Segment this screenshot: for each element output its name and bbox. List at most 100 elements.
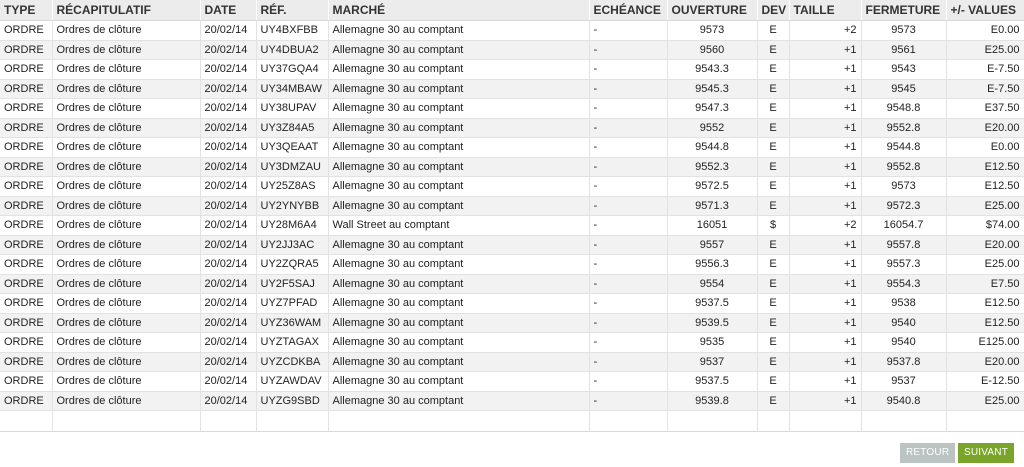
table-row[interactable]: ORDRE Ordres de clôture 20/02/14 UY2JJ3AC Al… [0,235,1024,255]
cell-dev: E [757,59,790,80]
empty-cell [757,410,790,432]
table-row[interactable]: ORDRE Ordres de clôture 20/02/14 UYZ36WAM Al… [0,313,1024,333]
cell-taille: +1 [789,391,862,411]
empty-cell [667,410,758,432]
cell-dev: E [757,313,790,333]
cell-fermeture: 16054.7 [861,215,947,236]
table-row[interactable]: ORDRE Ordres de clôture 20/02/14 UY28M6A4 Wa… [0,215,1024,236]
cell-dev: E [757,157,790,177]
cell-dev: E [757,79,790,99]
cell-ouverture: 9556.3 [667,254,758,275]
cell-taille: +1 [789,157,862,177]
col-header-fermeture[interactable]: FERMETURE [861,0,947,21]
cell-echeance: - [589,235,668,255]
cell-recap: Ordres de clôture [52,293,201,314]
cell-date: 20/02/14 [200,137,257,158]
col-header-ouverture[interactable]: OUVERTURE [667,0,758,21]
cell-echeance: - [589,157,668,177]
table-row[interactable]: ORDRE Ordres de clôture 20/02/14 UY2YNYBB Al… [0,196,1024,216]
retour-button[interactable]: RETOUR [900,443,955,463]
cell-recap: Ordres de clôture [52,176,201,197]
cell-recap: Ordres de clôture [52,313,201,333]
table-row[interactable]: ORDRE Ordres de clôture 20/02/14 UY2ZQRA5 Al… [0,254,1024,275]
cell-dev: E [757,332,790,353]
col-header-values[interactable]: +/- VALUES [946,0,1024,21]
cell-echeance: - [589,293,668,314]
cell-echeance: - [589,313,668,333]
cell-recap: Ordres de clôture [52,391,201,411]
col-header-type[interactable]: TYPE [0,0,53,21]
cell-marche: Allemagne 30 au comptant [328,352,590,372]
cell-taille: +1 [789,40,862,60]
cell-date: 20/02/14 [200,254,257,275]
table-row[interactable]: ORDRE Ordres de clôture 20/02/14 UY4DBUA2 Al… [0,40,1024,60]
table-body: ORDRE Ordres de clôture 20/02/14 UY4BXFBB Al… [0,20,1024,432]
cell-date: 20/02/14 [200,157,257,177]
cell-date: 20/02/14 [200,196,257,216]
cell-dev: E [757,98,790,119]
col-header-taille[interactable]: TAILLE [789,0,862,21]
cell-ref: UY3DMZAU [256,157,329,177]
cell-values: E-12.50 [946,371,1024,392]
cell-ref: UY4DBUA2 [256,40,329,60]
cell-ref: UY2ZQRA5 [256,254,329,275]
cell-fermeture: 9540 [861,313,947,333]
cell-values: E125.00 [946,332,1024,353]
cell-echeance: - [589,254,668,275]
cell-echeance: - [589,59,668,80]
cell-marche: Allemagne 30 au comptant [328,20,590,41]
empty-cell [52,410,201,432]
suivant-button[interactable]: SUIVANT [958,443,1014,463]
table-row[interactable]: ORDRE Ordres de clôture 20/02/14 UY37GQA4 Al… [0,59,1024,80]
col-header-ref[interactable]: RÉF. [256,0,329,21]
cell-values: E12.50 [946,157,1024,177]
cell-recap: Ordres de clôture [52,235,201,255]
cell-recap: Ordres de clôture [52,20,201,41]
cell-echeance: - [589,79,668,99]
cell-fermeture: 9557.3 [861,254,947,275]
cell-values: E12.50 [946,293,1024,314]
table-row[interactable]: ORDRE Ordres de clôture 20/02/14 UYZAWDAV Al… [0,371,1024,392]
table-row[interactable]: ORDRE Ordres de clôture 20/02/14 UYZ7PFAD Al… [0,293,1024,314]
col-header-date[interactable]: DATE [200,0,257,21]
table-row[interactable]: ORDRE Ordres de clôture 20/02/14 UY38UPAV Al… [0,98,1024,119]
cell-ref: UY4BXFBB [256,20,329,41]
cell-marche: Allemagne 30 au comptant [328,371,590,392]
cell-date: 20/02/14 [200,274,257,294]
cell-taille: +2 [789,20,862,41]
cell-type: ORDRE [0,215,53,236]
cell-taille: +1 [789,352,862,372]
table-row[interactable]: ORDRE Ordres de clôture 20/02/14 UY3DMZAU Al… [0,157,1024,177]
cell-dev: E [757,254,790,275]
cell-marche: Allemagne 30 au comptant [328,79,590,99]
col-header-dev[interactable]: DEV [757,0,790,21]
cell-values: E37.50 [946,98,1024,119]
table-row[interactable]: ORDRE Ordres de clôture 20/02/14 UY3QEAAT Al… [0,137,1024,158]
cell-taille: +1 [789,176,862,197]
table-row[interactable]: ORDRE Ordres de clôture 20/02/14 UY4BXFBB Al… [0,20,1024,41]
cell-ouverture: 9557 [667,235,758,255]
cell-marche: Allemagne 30 au comptant [328,59,590,80]
cell-marche: Allemagne 30 au comptant [328,293,590,314]
cell-ref: UYZG9SBD [256,391,329,411]
cell-taille: +1 [789,332,862,353]
table-row[interactable]: ORDRE Ordres de clôture 20/02/14 UY34MBAW Al… [0,79,1024,99]
table-row[interactable]: ORDRE Ordres de clôture 20/02/14 UYZTAGAX Al… [0,332,1024,353]
cell-marche: Allemagne 30 au comptant [328,332,590,353]
cell-values: E7.50 [946,274,1024,294]
col-header-recap[interactable]: RÉCAPITULATIF [52,0,201,21]
table-row[interactable]: ORDRE Ordres de clôture 20/02/14 UY2F5SAJ Al… [0,274,1024,294]
table-row[interactable]: ORDRE Ordres de clôture 20/02/14 UY3Z84A5 Al… [0,118,1024,138]
cell-dev: $ [757,215,790,236]
table-row[interactable]: ORDRE Ordres de clôture 20/02/14 UY25Z8AS Al… [0,176,1024,197]
table-row[interactable]: ORDRE Ordres de clôture 20/02/14 UYZCDKBA Al… [0,352,1024,372]
cell-taille: +1 [789,196,862,216]
cell-type: ORDRE [0,254,53,275]
cell-taille: +1 [789,137,862,158]
cell-type: ORDRE [0,157,53,177]
col-header-echeance[interactable]: ECHÉANCE [589,0,668,21]
table-row[interactable]: ORDRE Ordres de clôture 20/02/14 UYZG9SBD Al… [0,391,1024,411]
cell-echeance: - [589,371,668,392]
empty-cell [861,410,947,432]
col-header-marche[interactable]: MARCHÉ [328,0,590,21]
